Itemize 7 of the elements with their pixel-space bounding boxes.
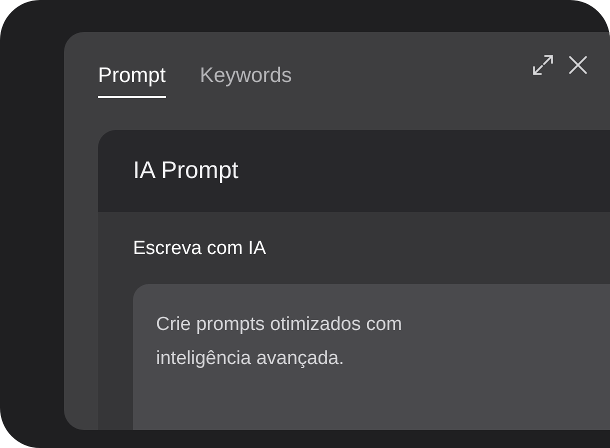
close-icon[interactable] — [568, 55, 588, 75]
prompt-field[interactable]: Crie prompts otimizados com inteligência avançada. — [133, 284, 610, 430]
section-label: Escreva com IA — [133, 238, 268, 260]
tab[interactable]: Keywords — [200, 64, 292, 98]
tab[interactable]: Prompt — [98, 64, 166, 98]
expand-icon[interactable] — [532, 54, 554, 76]
card-title: IA Prompt — [133, 157, 238, 185]
